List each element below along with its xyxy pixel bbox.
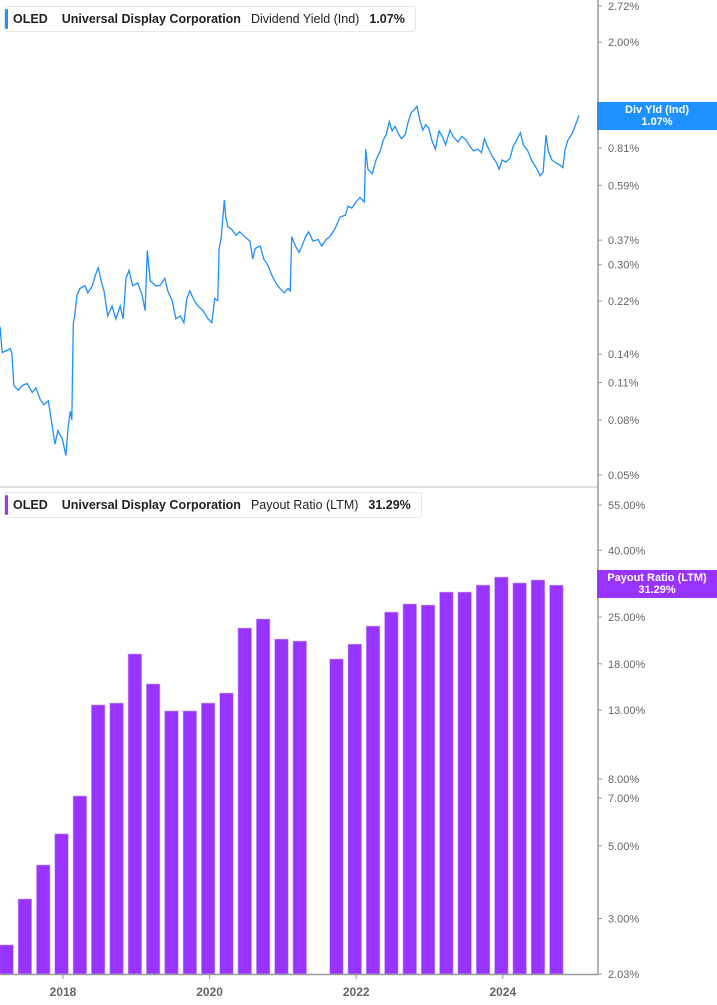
payout-bar: Q1 2024: 31.77% — [512, 582, 527, 975]
payout-bar: Q2 2017: 3.44% — [17, 898, 32, 975]
dividend-yield-value-tag: Div Yld (Ind) 1.07% — [597, 102, 717, 130]
payout-ratio-value-tag: Payout Ratio (LTM) 31.29% — [597, 570, 717, 598]
payout-bar: Q1 2019: 15.61% — [146, 683, 161, 975]
legend-metric: Payout Ratio (LTM) — [250, 498, 359, 512]
x-axis: 2018 2020 2022 2024 — [0, 973, 598, 999]
y-tick-label: 8.00% — [608, 774, 639, 786]
payout-bar: Q1 2017: 2.49% — [0, 944, 14, 975]
payout-bar: Q4 2019: 13.65% — [201, 702, 216, 975]
legend-ticker: OLED — [13, 12, 48, 26]
payout-bar: Q3 2023: 31.31% — [475, 584, 491, 975]
y-tick-label: 3.00% — [608, 913, 639, 925]
payout-bar: Q2 2018: 13.47% — [91, 704, 106, 975]
dividend-yield-line — [0, 104, 580, 456]
payout-bar: Q2 2022: 25.9% — [384, 611, 399, 975]
payout-bar: Q4 2017: 5.44% — [54, 833, 69, 975]
payout-bar: Q3 2017: 4.37% — [36, 864, 51, 975]
payout-bar: Q1 2022: 23.46% — [365, 625, 381, 975]
y-tick-label: 0.30% — [608, 260, 639, 272]
payout-bar: Q1 2018: 7.1% — [72, 795, 87, 975]
y-tick-label: 0.81% — [608, 143, 639, 155]
payout-bar: Q1 2021: 21.11% — [292, 640, 307, 975]
y-tick-label: 25.00% — [608, 612, 646, 624]
payout-bar: Q2 2024: 32.44% — [530, 579, 546, 975]
legend-metric: Dividend Yield (Ind) — [250, 12, 360, 26]
payout-bar: Q4 2020: 21.41% — [274, 638, 289, 975]
payout-bar: Q1 2020: 14.65% — [219, 692, 234, 975]
tag-value: 1.07% — [641, 116, 673, 128]
y-tick-label: 2.72% — [608, 1, 639, 13]
payout-bar: Q2 2019: 12.91% — [164, 710, 179, 975]
y-tick-label: 0.08% — [608, 415, 639, 427]
y-tick-label: 5.00% — [608, 841, 639, 853]
tag-value: 31.29% — [638, 584, 676, 596]
payout-bar: Q2 2023: 29.8% — [457, 591, 472, 975]
x-tick-label: 2022 — [343, 985, 370, 999]
payout-bar: Q3 2024: 31.29% — [549, 584, 564, 975]
payout-bar: Q3 2019: 12.91% — [182, 710, 197, 975]
dividend-yield-panel: 2.72%2.00%1.00%0.81%0.59%0.37%0.30%0.22%… — [0, 1, 639, 482]
x-tick-label: 2018 — [50, 985, 77, 999]
payout-bar: Q3 2018: 13.65% — [109, 702, 124, 975]
tag-label: Payout Ratio (LTM) — [607, 572, 707, 584]
y-tick-label: 55.00% — [608, 500, 646, 512]
payout-bar: Q2 2020: 23.14% — [237, 627, 252, 975]
y-tick-label: 0.22% — [608, 296, 639, 308]
y-tick-label: 7.00% — [608, 793, 639, 805]
payout-bar: Q3 2020: 24.67% — [256, 618, 271, 975]
legend-ticker: OLED — [13, 498, 48, 512]
tag-label: Div Yld (Ind) — [625, 104, 689, 116]
payout-bar: Q1 2023: 29.8% — [439, 591, 454, 975]
x-tick-label: 2024 — [489, 985, 516, 999]
y-tick-label: 0.59% — [608, 180, 639, 192]
legend-company: Universal Display Corporation — [61, 498, 241, 512]
legend-company: Universal Display Corporation — [61, 12, 241, 26]
y-tick-label: 2.00% — [608, 37, 639, 49]
payout-bar: Q3 2021: 18.61% — [329, 658, 344, 975]
payout-bar: Q4 2023: 33.13% — [494, 576, 509, 975]
legend-color-swatch — [5, 495, 8, 515]
payout-ratio-bars: Q1 2017: 2.49%Q2 2017: 3.44% Q3 2017: 4.3… — [0, 576, 564, 975]
y-tick-label: 2.03% — [608, 969, 639, 981]
legend-color-swatch — [5, 9, 8, 29]
y-tick-label: 0.14% — [608, 349, 639, 361]
y-tick-label: 0.05% — [608, 470, 639, 482]
y-tick-label: 13.00% — [608, 705, 646, 717]
payout-ratio-panel: Q1 2017: 2.49%Q2 2017: 3.44% Q3 2017: 4.3… — [0, 500, 646, 999]
y-tick-label: 0.37% — [608, 235, 639, 247]
y-tick-label: 40.00% — [608, 545, 646, 557]
y-tick-label: 0.11% — [608, 377, 639, 389]
x-tick-label: 2020 — [196, 985, 223, 999]
legend-value: 1.07% — [369, 12, 405, 26]
legend-value: 31.29% — [368, 498, 411, 512]
dividend-yield-legend: OLED Universal Display Corporation Divid… — [4, 6, 416, 32]
payout-bar: Q4 2022: 27.19% — [420, 604, 436, 975]
payout-bar: Q4 2018: 19.28% — [127, 653, 142, 975]
payout-bar: Q3 2022: 27.41% — [402, 603, 417, 975]
payout-bar: Q4 2021: 20.66% — [347, 643, 362, 975]
payout-ratio-legend: OLED Universal Display Corporation Payou… — [4, 492, 422, 518]
y-tick-label: 18.00% — [608, 659, 646, 671]
dividend-yield-y-axis: 2.72%2.00%1.00%0.81%0.59%0.37%0.30%0.22%… — [598, 1, 639, 482]
